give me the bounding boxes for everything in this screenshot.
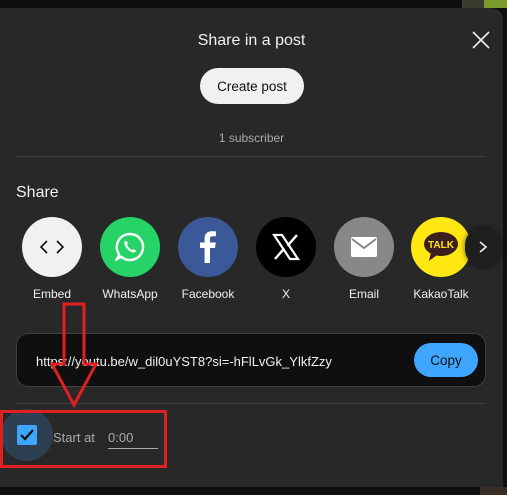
share-target-label: WhatsApp [102,287,158,301]
email-icon [334,217,394,277]
background-video-peek-accent [484,0,507,8]
chevron-right-icon [479,241,488,253]
dialog-title: Share in a post [197,32,306,49]
share-target-label: Email [348,287,379,301]
share-target-kakaotalk[interactable]: TALK KakaoTalk [403,217,479,307]
facebook-icon [178,217,238,277]
share-target-x[interactable]: X [248,217,324,307]
share-target-whatsapp[interactable]: WhatsApp [92,217,168,307]
kakaotalk-icon: TALK [411,217,471,277]
down-arrow-annotation [50,302,99,408]
divider-top [16,156,486,157]
share-target-email[interactable]: Email [326,217,402,307]
close-icon [472,31,490,49]
highlight-box-start-at [0,410,167,468]
background-video-peek-bottom [480,487,507,495]
subscriber-count: 1 subscriber [218,131,285,145]
x-logo-icon [256,217,316,277]
share-target-label: Facebook [181,287,235,301]
svg-text:TALK: TALK [428,240,455,251]
share-target-facebook[interactable]: Facebook [170,217,246,307]
copy-button[interactable]: Copy [414,343,478,377]
share-target-label: X [281,287,290,301]
share-target-embed[interactable]: Embed [14,217,90,307]
close-button[interactable] [468,27,494,53]
create-post-button[interactable]: Create post [200,68,304,104]
embed-code-icon [22,217,82,277]
share-heading: Share [16,184,59,201]
whatsapp-icon [100,217,160,277]
share-next-button[interactable] [465,227,501,267]
share-target-label: KakaoTalk [413,287,469,301]
share-target-label: Embed [32,287,72,301]
